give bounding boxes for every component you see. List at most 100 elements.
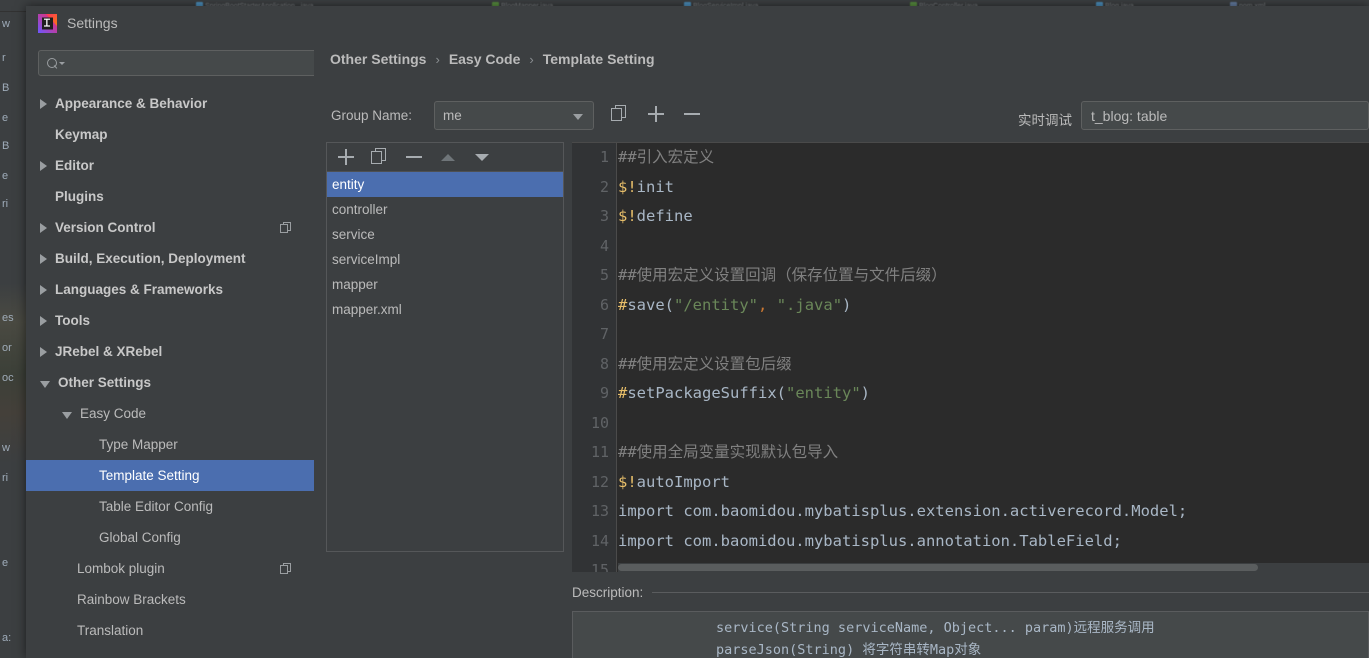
group-name-value: me: [443, 108, 462, 123]
chevron-down-icon[interactable]: [62, 411, 72, 419]
code-token: ): [842, 295, 852, 314]
sidebar-item-keymap[interactable]: Keymap: [26, 119, 314, 150]
breadcrumb-item[interactable]: Template Setting: [543, 51, 655, 67]
sidebar-item-table-editor-config[interactable]: Table Editor Config: [26, 491, 314, 522]
sidebar-item-template-setting[interactable]: Template Setting: [26, 460, 314, 491]
code-line: $!init: [618, 173, 1369, 203]
editor-code[interactable]: ##引入宏定义 $!init $!define ##使用宏定义设置回调（保存位置与文…: [618, 143, 1369, 572]
template-list-panel: entity controller service serviceImpl mapper…: [326, 142, 564, 552]
list-item[interactable]: controller: [327, 197, 563, 222]
copy-settings-icon[interactable]: [280, 221, 292, 234]
background-text-fragment: es: [2, 312, 14, 324]
chevron-down-icon[interactable]: [40, 380, 50, 388]
sidebar-item-global-config[interactable]: Global Config: [26, 522, 314, 553]
settings-tree-list: Appearance & Behavior Keymap Editor Plugins…: [26, 88, 314, 646]
remove-template-icon[interactable]: [404, 146, 424, 168]
template-item-label: mapper.xml: [332, 302, 402, 317]
line-number: 13: [590, 502, 609, 520]
copy-group-icon[interactable]: [610, 103, 630, 125]
code-token: autoImport: [636, 472, 730, 491]
background-text-fragment: e: [2, 112, 9, 124]
code-token: ".java": [776, 295, 843, 314]
code-token: ##引入宏定义: [618, 148, 715, 166]
chevron-right-icon[interactable]: [40, 284, 47, 295]
sidebar-item-label: Editor: [55, 158, 94, 173]
sidebar-item-translation[interactable]: Translation: [26, 615, 314, 646]
template-item-label: serviceImpl: [332, 252, 401, 267]
template-item-label: controller: [332, 202, 388, 217]
template-item-label: service: [332, 227, 375, 242]
sidebar-item-plugins[interactable]: Plugins: [26, 181, 314, 212]
search-box[interactable]: [38, 50, 320, 76]
add-group-icon[interactable]: [646, 103, 666, 125]
realtime-debug-value: t_blog: table: [1091, 107, 1168, 124]
group-name-label: Group Name:: [331, 108, 413, 123]
description-line: service(String serviceName, Object... pa…: [651, 620, 1155, 636]
sidebar-item-build-execution-deployment[interactable]: Build, Execution, Deployment: [26, 243, 314, 274]
code-token: define: [636, 207, 693, 225]
sidebar-item-label: Appearance & Behavior: [55, 96, 208, 111]
template-code-editor[interactable]: 1 2 3 4 5 6 7 8 9 10 11 12 13 14 15 ##引入宏定义 $!init $!def…: [572, 142, 1369, 572]
code-token: ##使用宏定义设置包后缀: [618, 354, 792, 373]
chevron-right-icon[interactable]: [40, 222, 47, 233]
list-item[interactable]: mapper: [327, 272, 563, 297]
template-item-label: entity: [332, 177, 365, 192]
editor-horizontal-scrollbar[interactable]: [618, 563, 1369, 572]
sidebar-item-rainbow-brackets[interactable]: Rainbow Brackets: [26, 584, 314, 615]
sidebar-item-other-settings[interactable]: Other Settings: [26, 367, 314, 398]
sidebar-item-editor[interactable]: Editor: [26, 150, 314, 181]
sidebar-item-label: Keymap: [55, 127, 108, 142]
breadcrumb-item[interactable]: Other Settings: [330, 51, 426, 67]
line-number: 4: [599, 236, 609, 255]
background-text-fragment: or: [2, 342, 12, 354]
list-item[interactable]: serviceImpl: [327, 247, 563, 272]
chevron-right-icon[interactable]: [40, 160, 47, 171]
sidebar-item-label: Lombok plugin: [77, 561, 165, 576]
sidebar-item-label: Template Setting: [99, 468, 200, 483]
code-line: ##使用宏定义设置包后缀: [618, 350, 1369, 380]
sidebar-item-tools[interactable]: Tools: [26, 305, 314, 336]
search-icon: [47, 57, 58, 69]
sidebar-item-type-mapper[interactable]: Type Mapper: [26, 429, 314, 460]
add-template-icon[interactable]: [336, 146, 356, 168]
sidebar-item-lombok-plugin[interactable]: Lombok plugin: [26, 553, 314, 584]
arrow-up-icon[interactable]: [438, 146, 458, 168]
sidebar-item-languages-frameworks[interactable]: Languages & Frameworks: [26, 274, 314, 305]
line-number: 5: [599, 266, 609, 284]
chevron-right-icon[interactable]: [40, 253, 47, 264]
dialog-title: Settings: [67, 15, 118, 31]
sidebar-item-jrebel-xrebel[interactable]: JRebel & XRebel: [26, 336, 314, 367]
search-input[interactable]: [70, 56, 310, 70]
chevron-right-icon[interactable]: [40, 346, 47, 357]
settings-right-pane: Other Settings › Easy Code › Template Settin…: [314, 40, 1369, 658]
background-text-fragment: e: [2, 557, 9, 569]
code-token: "/entity": [674, 295, 759, 314]
code-line: import com.baomidou.mybatisplus.annotati…: [618, 527, 1369, 557]
code-line: $!define: [618, 202, 1369, 232]
sidebar-item-label: Build, Execution, Deployment: [55, 251, 246, 266]
realtime-debug-field[interactable]: t_blog: table: [1081, 101, 1369, 130]
arrow-down-icon[interactable]: [472, 146, 492, 168]
list-item[interactable]: entity: [327, 172, 563, 197]
copy-template-icon[interactable]: [370, 146, 390, 168]
background-text-fragment: e: [2, 170, 9, 182]
copy-settings-icon[interactable]: [280, 562, 292, 575]
chevron-right-icon[interactable]: [40, 315, 47, 326]
breadcrumb-item[interactable]: Easy Code: [449, 51, 521, 67]
list-item[interactable]: service: [327, 222, 563, 247]
background-text-fragment: w: [2, 442, 10, 454]
line-number: 12: [590, 472, 609, 491]
sidebar-item-label: Version Control: [55, 220, 156, 235]
line-number: 9: [599, 384, 609, 402]
code-line: ##使用宏定义设置回调（保存位置与文件后缀）: [618, 261, 1369, 291]
sidebar-item-version-control[interactable]: Version Control: [26, 212, 314, 243]
chevron-right-icon[interactable]: [40, 98, 47, 109]
sidebar-item-easy-code[interactable]: Easy Code: [26, 398, 314, 429]
sidebar-item-appearance-behavior[interactable]: Appearance & Behavior: [26, 88, 314, 119]
code-line: import com.baomidou.mybatisplus.extensio…: [618, 497, 1369, 527]
group-name-select[interactable]: me: [434, 101, 594, 130]
code-token: import com.baomidou.mybatisplus.extensio…: [618, 502, 1188, 520]
list-item[interactable]: mapper.xml: [327, 297, 563, 322]
remove-group-icon[interactable]: [682, 103, 702, 125]
